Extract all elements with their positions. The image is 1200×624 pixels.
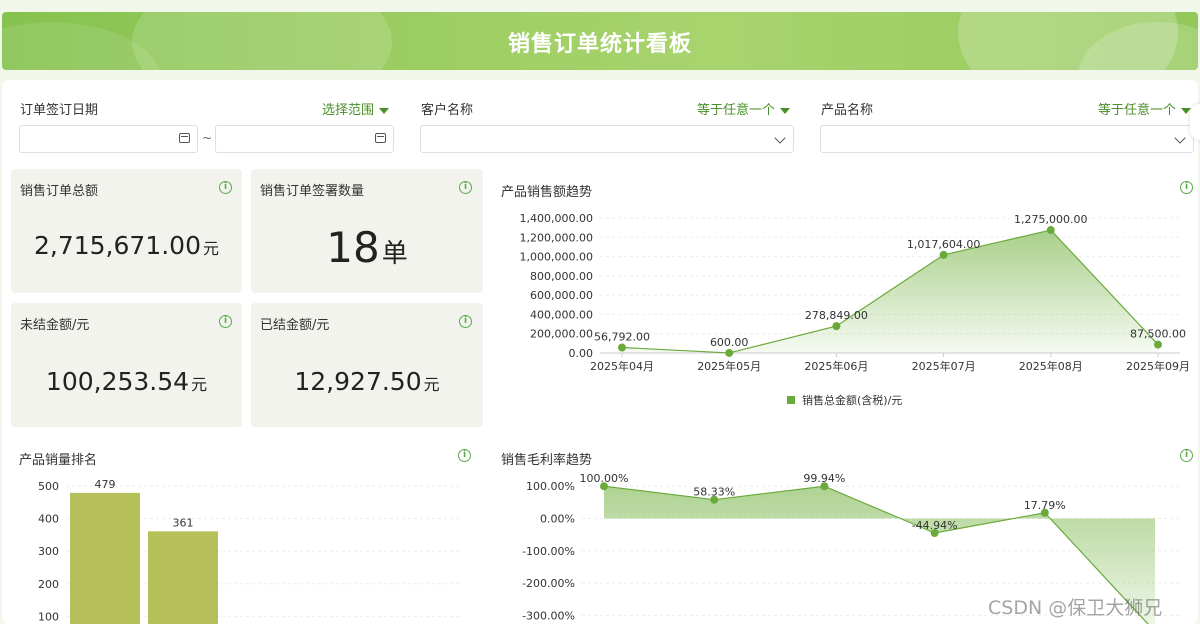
legend-swatch [787, 396, 795, 404]
data-label: -44.94% [912, 519, 958, 532]
y-tick-label: 300 [38, 545, 59, 558]
watermark: CSDN @保卫大狮兄 [988, 597, 1163, 619]
y-tick-label: 100 [38, 610, 59, 623]
data-point [1154, 340, 1162, 349]
y-tick-label: 400 [38, 513, 59, 526]
y-tick-label: 800,000.00 [530, 270, 593, 283]
data-label: 17.79% [1024, 499, 1066, 512]
legend-label: 销售总金额(含税)/元 [802, 393, 902, 407]
y-tick-label: 200,000.00 [530, 328, 593, 341]
data-label: 99.94% [803, 472, 845, 485]
x-tick-label: 2025年06月 [804, 359, 868, 373]
bar-value-label: 479 [95, 478, 116, 491]
data-label: 1,275,000.00 [1014, 213, 1087, 226]
y-tick-label: 1,000,000.00 [520, 251, 593, 264]
data-label: 100.00% [580, 472, 629, 485]
data-label: 56,792.00 [594, 331, 650, 344]
x-tick-label: 2025年04月 [590, 359, 654, 373]
x-tick-label: 2025年09月 [1126, 359, 1190, 373]
y-tick-label: 0.00% [540, 513, 575, 526]
y-tick-label: -200.00% [522, 577, 575, 590]
y-tick-label: 100.00% [526, 480, 575, 493]
data-point [725, 348, 734, 357]
y-tick-label: -300.00% [522, 609, 575, 622]
y-tick-label: 600,000.00 [530, 289, 593, 302]
y-tick-label: 1,400,000.00 [520, 212, 593, 225]
sales-trend-chart: 0.00 200,000.00 400,000.00 600,000.00 800,00… [38, 212, 1190, 624]
series-area [622, 230, 1158, 353]
y-tick-label: 1,200,000.00 [520, 231, 593, 244]
data-point [939, 250, 948, 259]
data-label: 58.33% [693, 486, 735, 499]
data-label: 87,500.00 [1130, 328, 1186, 341]
data-label: 600.00 [710, 336, 749, 349]
y-tick-label: 500 [38, 480, 59, 493]
x-tick-label: 2025年08月 [1019, 359, 1083, 373]
y-tick-label: 200 [38, 578, 59, 591]
y-tick-label: 400,000.00 [530, 308, 593, 321]
x-tick-label: 2025年05月 [697, 359, 761, 373]
x-tick-label: 2025年07月 [912, 359, 976, 373]
bar-value-label: 361 [173, 516, 194, 529]
data-point [1046, 226, 1055, 235]
data-label: 278,849.00 [805, 309, 868, 322]
bar [70, 492, 140, 624]
data-label: 1,017,604.00 [907, 238, 980, 251]
y-tick-label: -100.00% [522, 545, 575, 558]
y-tick-label: 0.00 [569, 347, 594, 360]
data-point [618, 343, 626, 352]
bar [148, 531, 218, 624]
data-point [832, 322, 841, 331]
